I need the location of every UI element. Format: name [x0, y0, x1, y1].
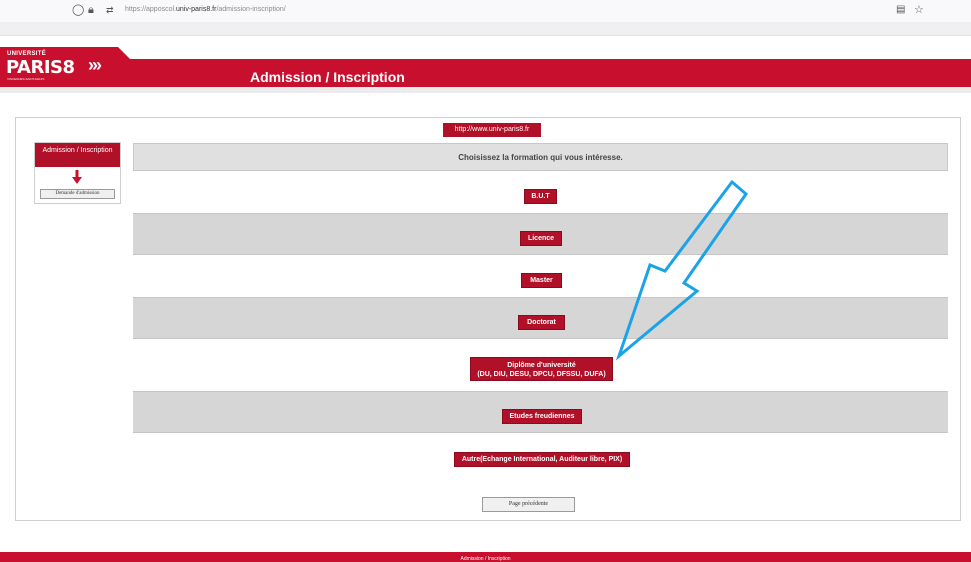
reader-view-icon[interactable]: ▤ [896, 4, 905, 16]
browser-url-bar: ◯ 🔒︎ ⇄ https://apposcol.univ-paris8.fr/a… [0, 0, 971, 22]
arrow-down-icon [72, 170, 82, 184]
shield-icon[interactable]: ◯ [72, 4, 84, 16]
site-footer: Admission / Inscription [0, 552, 971, 562]
option-master-button[interactable]: Master [521, 273, 562, 288]
sidebar-widget: Admission / Inscription Demande d'admiss… [34, 142, 121, 204]
footer-text: Admission / Inscription [460, 556, 511, 562]
previous-page-button[interactable]: Page précédente [482, 497, 575, 512]
sidebar-heading: Admission / Inscription [35, 143, 120, 167]
prompt-text: Choisissez la formation qui vous intéres… [458, 153, 623, 162]
option-du-button[interactable]: Diplôme d'université (DU, DIU, DESU, DPC… [470, 357, 613, 381]
option-but-button[interactable]: B.U.T [524, 189, 557, 204]
site-header: UNIVERSITÉ PARIS8 VINCENNES-SAINT-DENIS … [0, 47, 971, 87]
option-du-sublabel: (DU, DIU, DESU, DPCU, DFSSU, DUFA) [477, 371, 606, 378]
option-doctorat-button[interactable]: Doctorat [518, 315, 565, 330]
chevrons-icon: ››› [88, 55, 102, 75]
option-licence-button[interactable]: Licence [520, 231, 562, 246]
bookmark-star-icon[interactable]: ☆ [914, 4, 924, 16]
site-link-button[interactable]: http://www.univ-paris8.fr [443, 123, 541, 137]
admission-request-button[interactable]: Demande d'admission [40, 189, 115, 199]
logo-tagline-text: VINCENNES-SAINT-DENIS [7, 77, 45, 81]
permissions-icon[interactable]: ⇄ [106, 4, 114, 16]
toolbar-strip [0, 22, 971, 36]
logo-name-text: PARIS8 [6, 57, 75, 78]
option-du-label: Diplôme d'université [507, 362, 576, 369]
header-red-band [118, 59, 971, 87]
option-etudes-freudiennes-button[interactable]: Etudes freudiennes [502, 409, 582, 424]
lock-icon[interactable]: 🔒︎ [88, 4, 94, 16]
prompt-row: Choisissez la formation qui vous intéres… [133, 143, 948, 171]
url-text[interactable]: https://apposcol.univ-paris8.fr/admissio… [125, 6, 286, 13]
header-divider [0, 87, 971, 93]
option-autre-button[interactable]: Autre(Echange International, Auditeur li… [454, 452, 630, 467]
page-title: Admission / Inscription [250, 69, 405, 85]
university-logo[interactable]: UNIVERSITÉ PARIS8 VINCENNES-SAINT-DENIS … [0, 47, 130, 87]
